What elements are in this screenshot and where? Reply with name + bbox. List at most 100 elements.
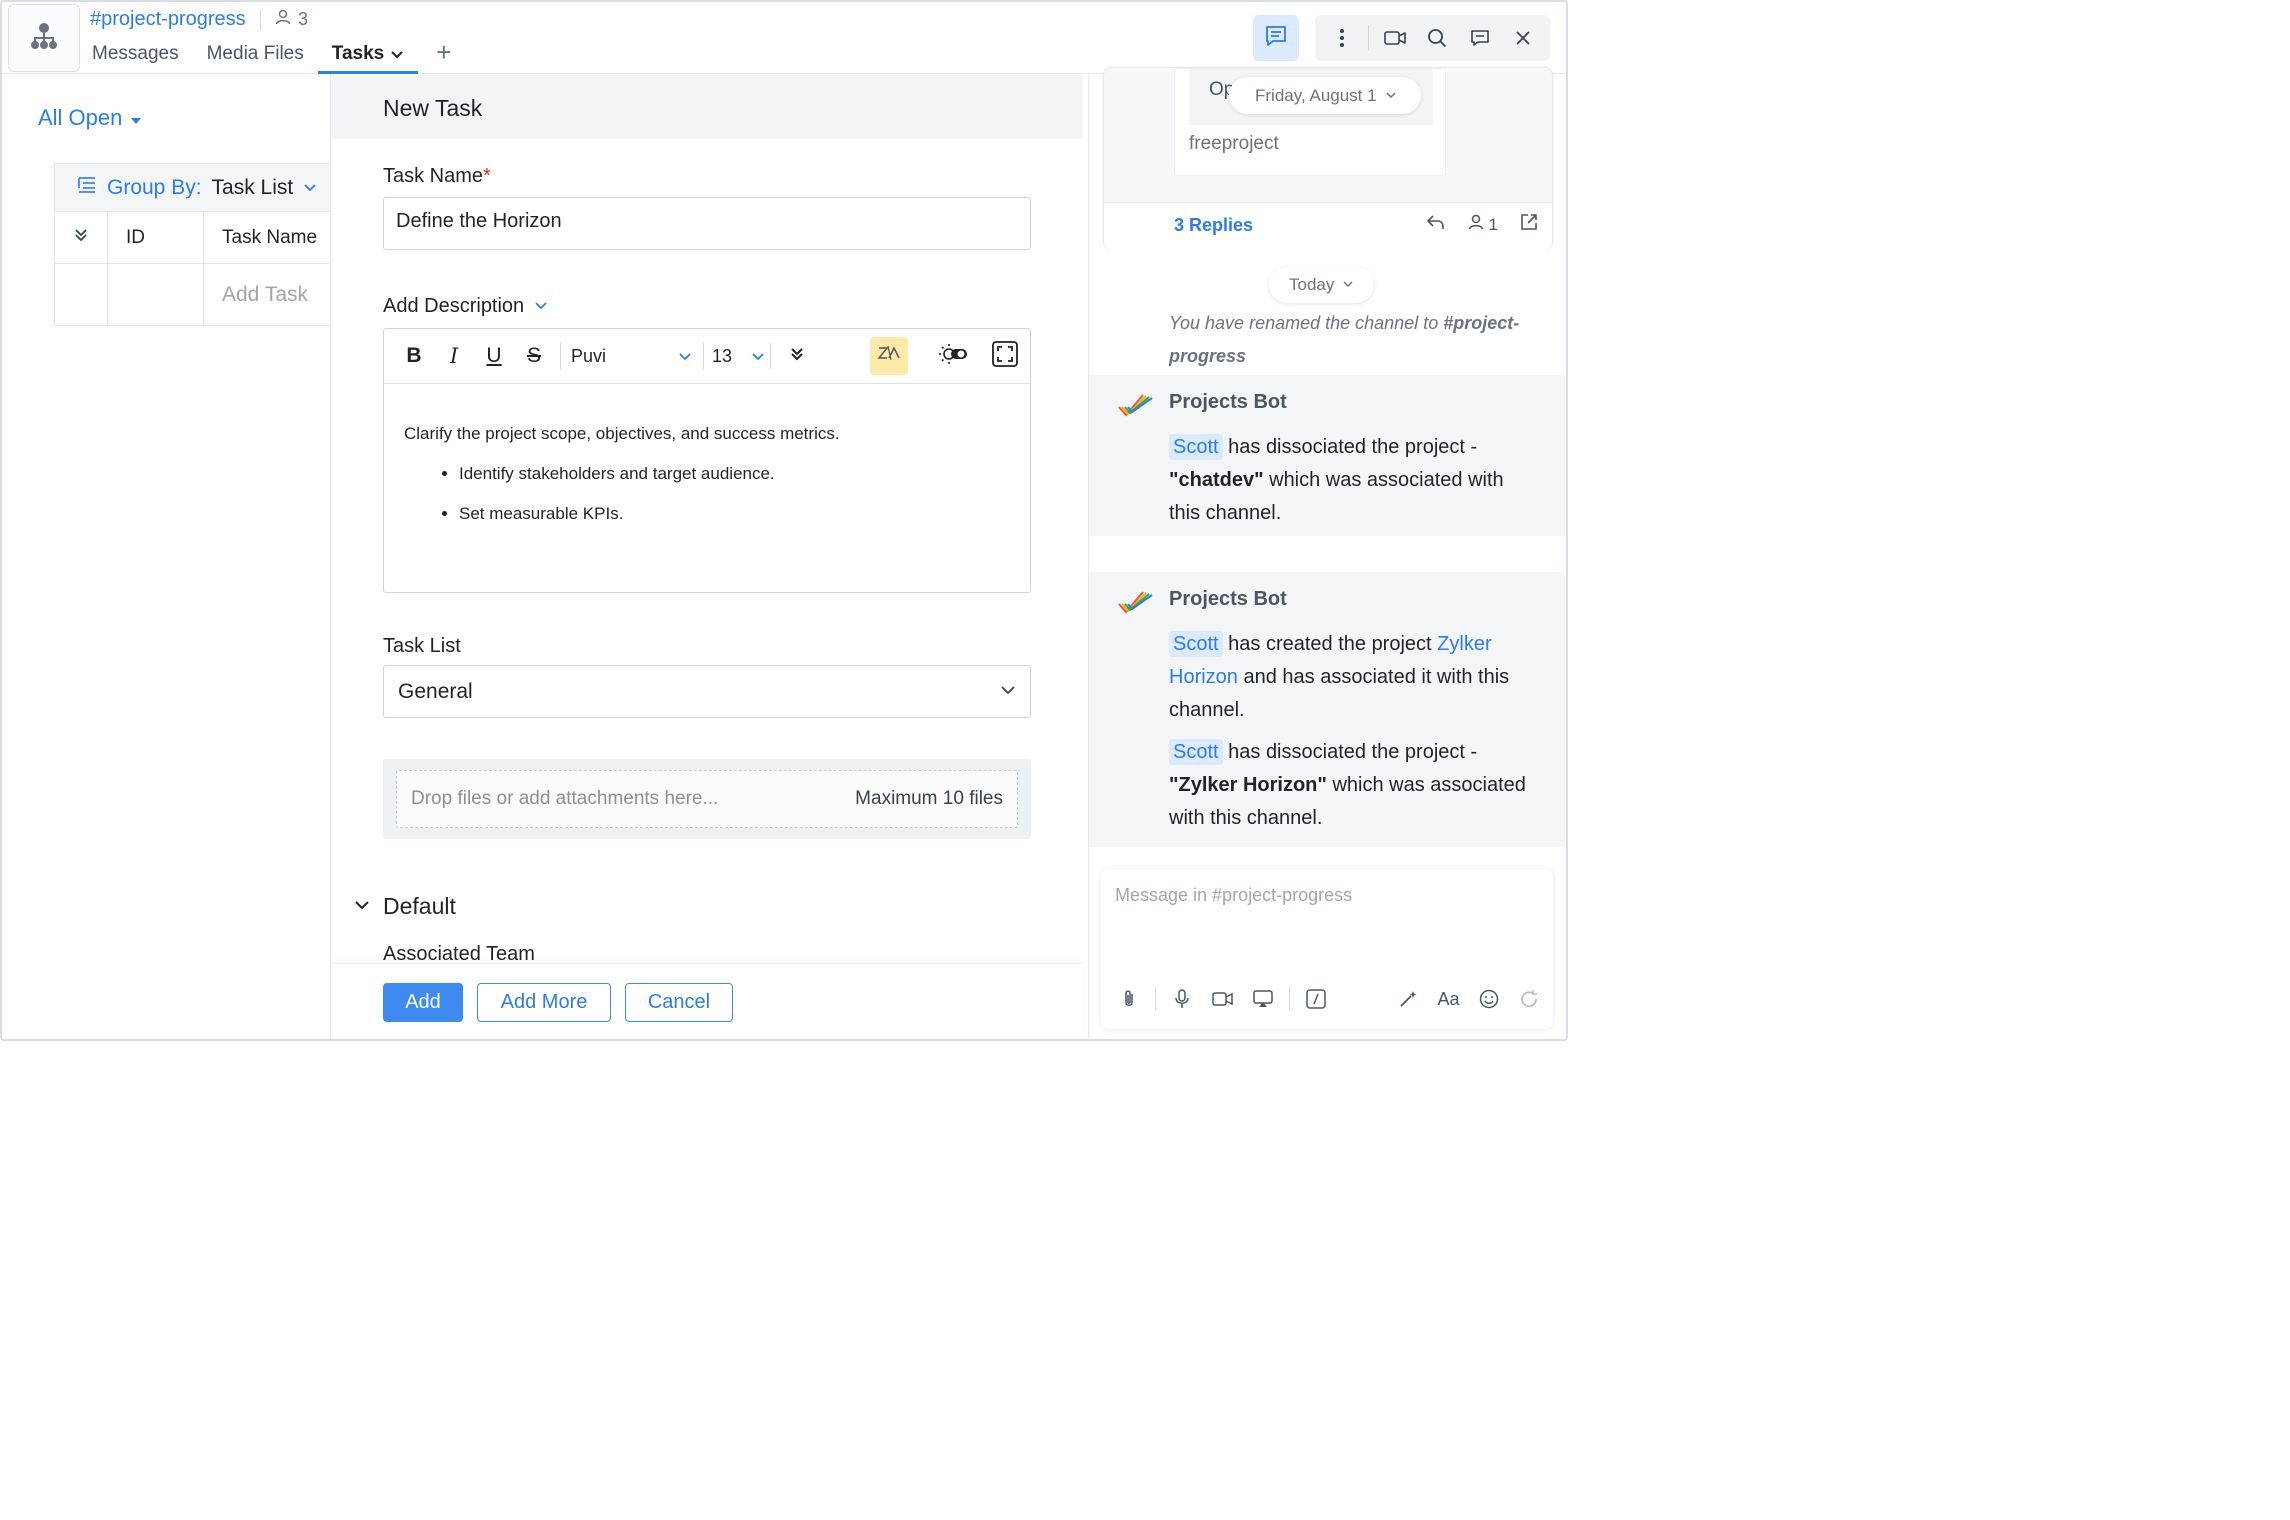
cancel-button[interactable]: Cancel xyxy=(625,983,733,1022)
divider xyxy=(1288,988,1290,1010)
more-tools-button[interactable] xyxy=(777,336,817,376)
expand-more-icon xyxy=(790,344,804,368)
divider xyxy=(560,343,561,369)
group-by-dropdown[interactable]: Group By: Task List xyxy=(55,164,330,212)
project-name: freeproject xyxy=(1189,133,1279,154)
column-header-task-name[interactable]: Task Name xyxy=(204,212,330,263)
more-vertical-icon[interactable] xyxy=(1325,21,1359,55)
chat-panel: Op Friday, August 1 freeproject 3 Replie… xyxy=(1088,67,1566,1039)
add-tab-button[interactable]: + xyxy=(418,39,469,74)
filter-label: All Open xyxy=(38,105,123,130)
filter-dropdown[interactable]: All Open xyxy=(38,105,142,131)
task-list-label: Task List xyxy=(383,635,461,657)
project-name: "Zylker Horizon" xyxy=(1169,774,1327,796)
file-drop-zone[interactable]: Drop files or add attachments here... Ma… xyxy=(396,770,1018,828)
chat-toggle-button[interactable] xyxy=(1253,15,1299,61)
share-icon[interactable] xyxy=(1520,213,1538,236)
emoji-icon[interactable] xyxy=(1475,985,1503,1013)
collapse-all-button[interactable] xyxy=(55,212,108,263)
fullscreen-button[interactable] xyxy=(986,337,1024,375)
italic-button[interactable]: I xyxy=(434,336,474,376)
chevron-down-icon xyxy=(353,893,371,920)
task-name-input[interactable]: Define the Horizon xyxy=(383,197,1031,250)
video-icon[interactable] xyxy=(1209,985,1237,1013)
add-task-placeholder[interactable]: Add Task xyxy=(222,283,308,307)
max-files-note: Maximum 10 files xyxy=(855,788,1003,809)
divider xyxy=(260,10,261,30)
message-text: has dissociated the project - xyxy=(1222,436,1478,458)
divider xyxy=(703,343,704,369)
member-count[interactable]: 3 xyxy=(274,8,308,31)
channel-avatar[interactable] xyxy=(8,4,80,72)
date-pill-label: Friday, August 1 xyxy=(1255,85,1377,105)
editor-content[interactable]: Clarify the project scope, objectives, a… xyxy=(384,384,1030,525)
add-more-button[interactable]: Add More xyxy=(477,983,611,1022)
font-size-select[interactable]: 13 xyxy=(710,346,764,367)
date-pill[interactable]: Friday, August 1 xyxy=(1229,77,1421,114)
add-button[interactable]: Add xyxy=(383,983,463,1022)
comment-icon[interactable] xyxy=(1463,21,1497,55)
slash-command-icon[interactable] xyxy=(1302,985,1330,1013)
mic-icon[interactable] xyxy=(1168,985,1196,1013)
italic-icon: I xyxy=(449,344,459,368)
theme-toggle-button[interactable] xyxy=(934,337,972,375)
task-list-select[interactable]: General xyxy=(383,665,1031,718)
refresh-icon[interactable] xyxy=(1515,985,1543,1013)
bot-sender-name[interactable]: Projects Bot xyxy=(1169,391,1287,414)
close-icon[interactable] xyxy=(1506,21,1540,55)
bot-sender-name[interactable]: Projects Bot xyxy=(1169,588,1287,611)
chevron-down-icon xyxy=(390,40,404,70)
bot-message: Projects Bot Scott has dissociated the p… xyxy=(1089,375,1565,536)
member-icon xyxy=(1467,213,1485,236)
chat-icon xyxy=(1264,24,1288,53)
member-icon xyxy=(274,8,292,31)
message-text: has created the project xyxy=(1222,633,1438,655)
section-default-toggle[interactable]: Default xyxy=(353,893,456,920)
user-mention[interactable]: Scott xyxy=(1169,434,1223,460)
tab-tasks[interactable]: Tasks xyxy=(317,40,419,74)
tab-media-files[interactable]: Media Files xyxy=(193,40,318,74)
bot-message-text: Scott has dissociated the project - "Zyl… xyxy=(1169,736,1539,835)
column-header-id[interactable]: ID xyxy=(108,212,204,263)
bold-button[interactable]: B xyxy=(394,336,434,376)
chevron-down-icon xyxy=(1385,86,1397,106)
message-composer: Message in #project-progress Aa xyxy=(1101,869,1553,1029)
underline-button[interactable]: U xyxy=(474,336,514,376)
list-item: Set measurable KPIs. xyxy=(459,502,1010,526)
zia-assist-button[interactable] xyxy=(870,337,908,375)
tab-messages[interactable]: Messages xyxy=(90,40,193,74)
channel-title[interactable]: #project-progress xyxy=(90,8,246,31)
chevron-down-icon xyxy=(752,346,764,367)
chevron-down-icon xyxy=(679,346,691,367)
video-call-icon[interactable] xyxy=(1378,21,1412,55)
magic-wand-icon[interactable] xyxy=(1394,985,1422,1013)
attachment-icon[interactable] xyxy=(1115,985,1143,1013)
header-toolbar xyxy=(1315,15,1550,61)
fullscreen-icon xyxy=(992,340,1018,372)
table-header-row: ID Task Name xyxy=(55,212,330,264)
today-pill[interactable]: Today xyxy=(1269,267,1375,303)
text-format-button[interactable]: Aa xyxy=(1435,985,1463,1013)
strikethrough-button[interactable]: S xyxy=(514,336,554,376)
thread-card[interactable]: Op Friday, August 1 freeproject 3 Replie… xyxy=(1103,67,1553,250)
system-message-text: You have renamed the channel to xyxy=(1169,313,1444,333)
group-list-icon xyxy=(77,176,97,200)
font-family-select[interactable]: Puvi xyxy=(567,346,697,367)
replies-link[interactable]: 3 Replies xyxy=(1174,215,1253,236)
new-task-form: New Task Task Name* Define the Horizon A… xyxy=(330,75,1083,1039)
participants-count[interactable]: 1 xyxy=(1467,213,1498,236)
divider xyxy=(1155,988,1157,1010)
add-description-toggle[interactable]: Add Description xyxy=(383,295,548,318)
participants-value: 1 xyxy=(1488,214,1498,234)
message-input[interactable]: Message in #project-progress xyxy=(1115,885,1352,906)
reply-icon[interactable] xyxy=(1425,213,1445,236)
underline-icon: U xyxy=(486,344,502,367)
caret-down-icon xyxy=(130,105,142,131)
screen-share-icon[interactable] xyxy=(1249,985,1277,1013)
search-icon[interactable] xyxy=(1420,21,1454,55)
user-mention[interactable]: Scott xyxy=(1169,631,1223,657)
description-bullet-list: Identify stakeholders and target audienc… xyxy=(404,462,1010,526)
user-mention[interactable]: Scott xyxy=(1169,739,1223,765)
add-task-cell[interactable]: Add Task xyxy=(204,264,330,325)
font-size-value: 13 xyxy=(712,345,733,366)
